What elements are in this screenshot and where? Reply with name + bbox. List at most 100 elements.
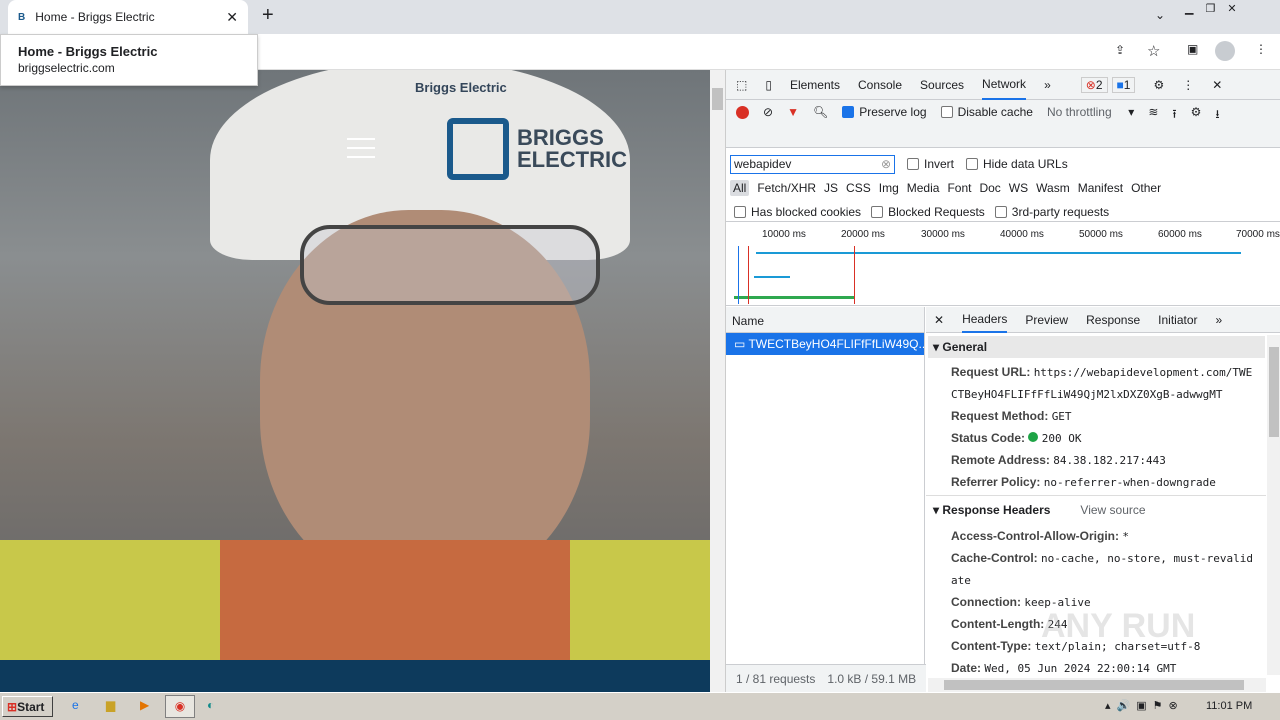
blocked-requests-checkbox[interactable]: Blocked Requests bbox=[871, 205, 985, 219]
tab-sources[interactable]: Sources bbox=[920, 78, 964, 92]
type-img[interactable]: Img bbox=[879, 181, 899, 195]
record-icon[interactable] bbox=[736, 106, 749, 119]
edge-icon[interactable]: ◐ bbox=[207, 698, 214, 712]
media-player-icon[interactable]: ▶ bbox=[140, 698, 149, 712]
type-js[interactable]: JS bbox=[824, 181, 838, 195]
browser-tab[interactable]: B Home - Briggs Electric ✕ bbox=[8, 0, 248, 34]
close-devtools-icon[interactable]: ✕ bbox=[1212, 78, 1222, 92]
hide-data-urls-checkbox[interactable]: Hide data URLs bbox=[966, 157, 1068, 171]
blocked-cookies-checkbox[interactable]: Has blocked cookies bbox=[734, 205, 861, 219]
chrome-taskbar-button[interactable]: ◉ bbox=[165, 695, 195, 718]
page-scrollbar[interactable] bbox=[710, 70, 725, 692]
type-fetch-xhr[interactable]: Fetch/XHR bbox=[757, 181, 816, 195]
type-doc[interactable]: Doc bbox=[979, 181, 1000, 195]
type-font[interactable]: Font bbox=[947, 181, 971, 195]
invert-checkbox[interactable]: Invert bbox=[907, 157, 954, 171]
hamburger-menu-icon[interactable] bbox=[347, 138, 375, 158]
request-row[interactable]: ▭ TWECTBeyHO4FLIFfFfLiW49Q... bbox=[726, 333, 924, 355]
import-har-icon[interactable]: ⭱ bbox=[1172, 105, 1176, 126]
tab-title: Home - Briggs Electric bbox=[35, 10, 155, 24]
tab-initiator[interactable]: Initiator bbox=[1158, 313, 1197, 327]
search-icon[interactable]: 🔍︎ bbox=[813, 105, 828, 119]
type-ws[interactable]: WS bbox=[1009, 181, 1028, 195]
close-details-icon[interactable]: ✕ bbox=[934, 313, 944, 327]
network-settings-icon[interactable]: ⚙ bbox=[1191, 105, 1202, 119]
request-list: Name ▭ TWECTBeyHO4FLIFfFfLiW49Q... 1 / 8… bbox=[726, 307, 1280, 692]
hover-card-title: Home - Briggs Electric bbox=[18, 44, 158, 59]
export-har-icon[interactable]: ⭳ bbox=[1215, 105, 1219, 126]
general-section-header[interactable]: ▾ General bbox=[928, 336, 1265, 358]
view-source-link[interactable]: View source bbox=[1080, 503, 1145, 517]
hover-card-url: briggselectric.com bbox=[18, 61, 115, 75]
close-tab-icon[interactable]: ✕ bbox=[226, 9, 238, 26]
tab-elements[interactable]: Elements bbox=[790, 78, 840, 92]
network-conditions-icon[interactable]: ≋ bbox=[1148, 105, 1158, 119]
third-party-checkbox[interactable]: 3rd-party requests bbox=[994, 205, 1109, 219]
more-detail-tabs[interactable]: » bbox=[1216, 313, 1223, 327]
devtools-panel: ⬚ ▯ Elements Console Sources Network » ⊗2… bbox=[725, 70, 1280, 692]
filter-row: webapidev ⊗ Invert Hide data URLs bbox=[726, 154, 1280, 174]
more-tabs-button[interactable]: » bbox=[1044, 78, 1051, 92]
type-other[interactable]: Other bbox=[1131, 181, 1161, 195]
details-horizontal-scrollbar[interactable] bbox=[928, 678, 1266, 692]
more-options-icon[interactable]: ⋮ bbox=[1182, 78, 1194, 92]
tab-headers[interactable]: Headers bbox=[962, 307, 1008, 333]
tab-response[interactable]: Response bbox=[1086, 313, 1140, 327]
clear-icon[interactable]: ⊘ bbox=[763, 105, 773, 119]
details-tabbar: ✕ Headers Preview Response Initiator » bbox=[926, 307, 1280, 333]
logo-line2: ELECTRIC bbox=[517, 147, 627, 172]
ie-icon[interactable]: e bbox=[72, 698, 79, 712]
name-column-header[interactable]: Name bbox=[726, 307, 924, 333]
type-css[interactable]: CSS bbox=[846, 181, 871, 195]
timeline-tick: 30000 ms bbox=[921, 229, 965, 240]
timeline-tick: 10000 ms bbox=[762, 229, 806, 240]
general-row: Remote Address: 84.38.182.217:443 bbox=[951, 453, 1166, 467]
response-headers-section-header[interactable]: ▾ Response Headers View source bbox=[933, 503, 1146, 517]
start-button[interactable]: ⊞Start bbox=[2, 696, 53, 717]
explorer-icon[interactable]: ▆ bbox=[106, 698, 115, 712]
blocked-filters: Has blocked cookies Blocked Requests 3rd… bbox=[726, 202, 1280, 222]
filter-input[interactable]: webapidev ⊗ bbox=[730, 154, 895, 174]
type-all[interactable]: All bbox=[730, 180, 750, 196]
error-badge[interactable]: ⊗2 bbox=[1080, 76, 1108, 93]
tab-preview[interactable]: Preview bbox=[1025, 313, 1068, 327]
sidepanel-icon[interactable]: ▣ bbox=[1187, 42, 1198, 56]
inspect-icon[interactable]: ⬚ bbox=[736, 78, 747, 92]
message-badge[interactable]: ■1 bbox=[1111, 76, 1136, 93]
network-overview-timeline[interactable]: 10000 ms 20000 ms 30000 ms 40000 ms 5000… bbox=[726, 226, 1280, 306]
window-controls[interactable]: ▁❐✕ bbox=[1185, 2, 1249, 15]
response-header-row: Cache-Control: no-cache, no-store, must-… bbox=[951, 551, 1253, 565]
profile-avatar[interactable] bbox=[1215, 41, 1235, 61]
request-count: 1 / 81 requests bbox=[736, 672, 816, 686]
menu-icon[interactable]: ⋮ bbox=[1255, 42, 1267, 56]
general-row: Request Method: GET bbox=[951, 409, 1072, 423]
tab-strip: B Home - Briggs Electric ✕ + ⌄ ▁❐✕ bbox=[0, 0, 1280, 34]
disable-cache-checkbox[interactable]: Disable cache bbox=[940, 105, 1033, 119]
type-manifest[interactable]: Manifest bbox=[1078, 181, 1123, 195]
safety-glasses bbox=[300, 225, 600, 305]
type-wasm[interactable]: Wasm bbox=[1036, 181, 1070, 195]
filter-icon[interactable]: ▼ bbox=[787, 105, 799, 119]
settings-gear-icon[interactable]: ⚙ bbox=[1153, 78, 1164, 92]
bookmark-star-icon[interactable]: ☆ bbox=[1147, 42, 1160, 60]
details-vertical-scrollbar[interactable] bbox=[1267, 335, 1280, 675]
new-tab-button[interactable]: + bbox=[262, 4, 274, 27]
tray-icons[interactable]: ▴🔊▣⚑⊗ bbox=[1105, 699, 1184, 712]
share-icon[interactable]: ⇪ bbox=[1115, 43, 1125, 57]
tab-network[interactable]: Network bbox=[982, 70, 1027, 100]
timeline-tick: 60000 ms bbox=[1158, 229, 1202, 240]
timeline-tick: 50000 ms bbox=[1079, 229, 1123, 240]
shirt bbox=[220, 540, 570, 660]
tab-search-icon[interactable]: ⌄ bbox=[1155, 8, 1165, 22]
tab-hover-card: Home - Briggs Electric briggselectric.co… bbox=[0, 34, 258, 86]
clear-filter-icon[interactable]: ⊗ bbox=[881, 157, 891, 171]
preserve-log-checkbox[interactable]: Preserve log bbox=[842, 105, 927, 119]
status-ok-dot-icon bbox=[1028, 432, 1039, 442]
throttling-select[interactable]: No throttling ▾ bbox=[1047, 105, 1134, 119]
type-media[interactable]: Media bbox=[907, 181, 940, 195]
footer-band bbox=[0, 660, 710, 692]
site-logo[interactable]: BRIGGS ELECTRIC bbox=[447, 118, 627, 180]
general-row: Request URL: https://webapidevelopment.c… bbox=[951, 365, 1253, 379]
tab-console[interactable]: Console bbox=[858, 78, 902, 92]
device-toolbar-icon[interactable]: ▯ bbox=[765, 78, 772, 92]
